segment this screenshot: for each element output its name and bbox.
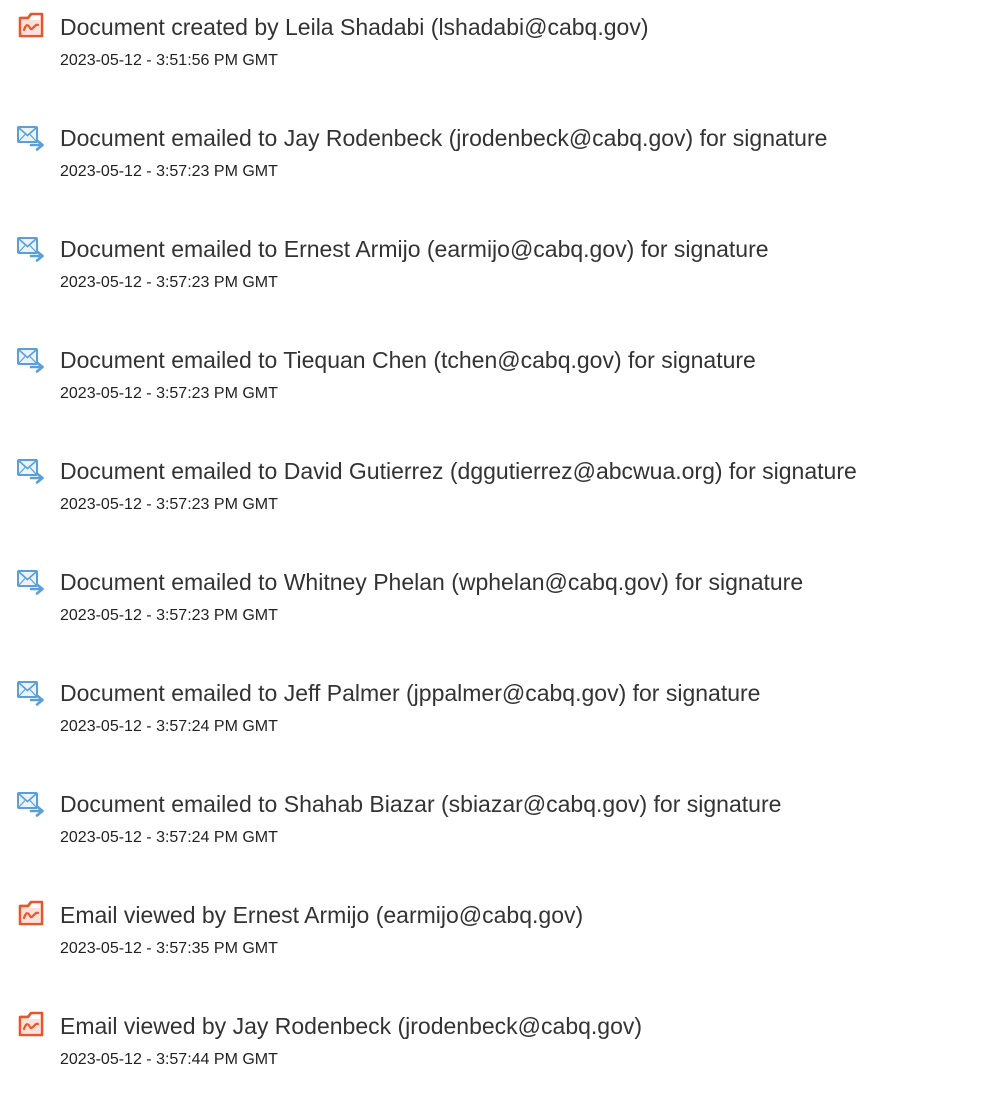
document-icon [16, 11, 46, 41]
document-icon [16, 1010, 46, 1040]
document-icon [16, 899, 46, 929]
entry-timestamp: 2023-05-12 - 3:57:24 PM GMT [60, 829, 278, 846]
email-sent-icon [16, 566, 46, 596]
audit-history-list: Document created by Leila Shadabi (lshad… [0, 0, 985, 1112]
history-entry: Document emailed to Whitney Phelan (wphe… [0, 557, 985, 668]
history-entry: Document emailed to Tiequan Chen (tchen@… [0, 335, 985, 446]
entry-timestamp: 2023-05-12 - 3:57:23 PM GMT [60, 385, 278, 402]
email-sent-icon [16, 233, 46, 263]
history-entry: Email viewed by Ernest Armijo (earmijo@c… [0, 890, 985, 1001]
history-entry: Document created by Leila Shadabi (lshad… [0, 2, 985, 113]
entry-timestamp: 2023-05-12 - 3:57:24 PM GMT [60, 718, 278, 735]
entry-description: Document emailed to Ernest Armijo (earmi… [60, 236, 769, 262]
history-entry: Document emailed to Jeff Palmer (jppalme… [0, 668, 985, 779]
entry-description: Document emailed to Jay Rodenbeck (jrode… [60, 125, 828, 151]
entry-description: Document emailed to Whitney Phelan (wphe… [60, 569, 804, 595]
entry-timestamp: 2023-05-12 - 3:51:56 PM GMT [60, 52, 278, 69]
entry-description: Document emailed to Jeff Palmer (jppalme… [60, 680, 761, 706]
history-entry: Document emailed to Shahab Biazar (sbiaz… [0, 779, 985, 890]
email-sent-icon [16, 788, 46, 818]
entry-description: Document emailed to Tiequan Chen (tchen@… [60, 347, 756, 373]
email-sent-icon [16, 122, 46, 152]
entry-description: Document created by Leila Shadabi (lshad… [60, 14, 649, 40]
entry-timestamp: 2023-05-12 - 3:57:44 PM GMT [60, 1051, 278, 1068]
history-entry: Document emailed to Jay Rodenbeck (jrode… [0, 113, 985, 224]
entry-timestamp: 2023-05-12 - 3:57:23 PM GMT [60, 496, 278, 513]
history-entry: Document emailed to David Gutierrez (dgg… [0, 446, 985, 557]
entry-description: Email viewed by Ernest Armijo (earmijo@c… [60, 902, 584, 928]
entry-timestamp: 2023-05-12 - 3:57:23 PM GMT [60, 274, 278, 291]
entry-timestamp: 2023-05-12 - 3:57:23 PM GMT [60, 163, 278, 180]
entry-timestamp: 2023-05-12 - 3:57:23 PM GMT [60, 607, 278, 624]
entry-description: Document emailed to Shahab Biazar (sbiaz… [60, 791, 782, 817]
entry-description: Document emailed to David Gutierrez (dgg… [60, 458, 857, 484]
entry-timestamp: 2023-05-12 - 3:57:35 PM GMT [60, 940, 278, 957]
history-entry: Document emailed to Ernest Armijo (earmi… [0, 224, 985, 335]
entry-description: Email viewed by Jay Rodenbeck (jrodenbec… [60, 1013, 643, 1039]
email-sent-icon [16, 344, 46, 374]
email-sent-icon [16, 677, 46, 707]
email-sent-icon [16, 455, 46, 485]
history-entry: Email viewed by Jay Rodenbeck (jrodenbec… [0, 1001, 985, 1112]
